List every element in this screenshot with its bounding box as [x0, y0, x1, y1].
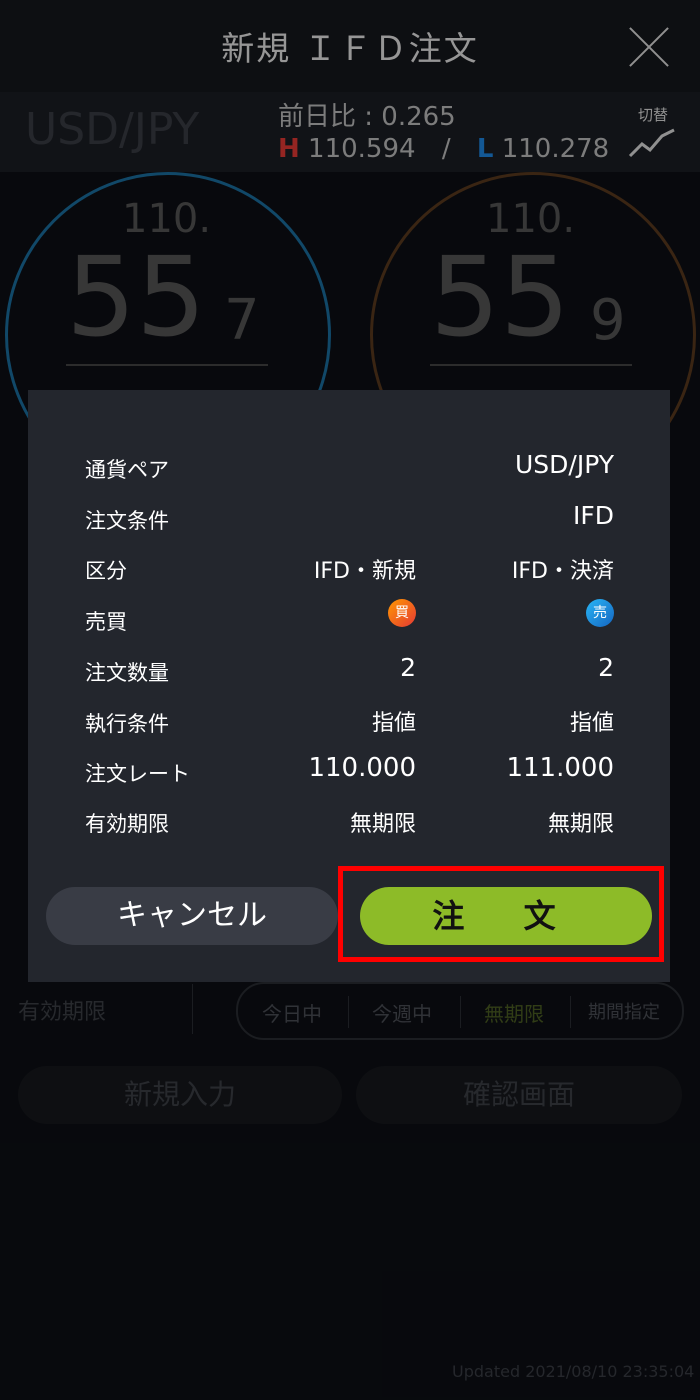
row-label-side: 売買	[85, 610, 127, 634]
rate-new: 110.000	[308, 753, 416, 783]
quantity-new: 2	[400, 653, 416, 682]
order-button-highlight	[338, 866, 664, 962]
quantity-settle: 2	[598, 653, 614, 682]
side-settle: 売	[586, 598, 614, 627]
sell-badge: 売	[586, 599, 614, 627]
row-label-condition: 注文条件	[85, 509, 169, 533]
expiry-settle: 無期限	[547, 812, 614, 837]
execution-new: 指値	[371, 711, 416, 736]
row-label-expiry: 有効期限	[85, 812, 169, 836]
row-label-quantity: 注文数量	[85, 661, 169, 685]
condition-value: IFD	[572, 501, 614, 530]
side-new: 買	[388, 598, 416, 627]
execution-settle: 指値	[569, 711, 614, 736]
category-settle: IFD・決済	[511, 559, 614, 584]
buy-badge: 買	[388, 599, 416, 627]
row-label-rate: 注文レート	[85, 762, 190, 786]
category-new: IFD・新規	[313, 559, 416, 584]
rate-settle: 111.000	[506, 753, 614, 783]
pair-value: USD/JPY	[514, 450, 614, 479]
row-label-category: 区分	[85, 559, 127, 583]
expiry-new: 無期限	[349, 812, 416, 837]
row-label-execution: 執行条件	[85, 712, 169, 736]
row-label-pair: 通貨ペア	[85, 458, 169, 482]
cancel-button[interactable]: キャンセル	[46, 887, 338, 945]
